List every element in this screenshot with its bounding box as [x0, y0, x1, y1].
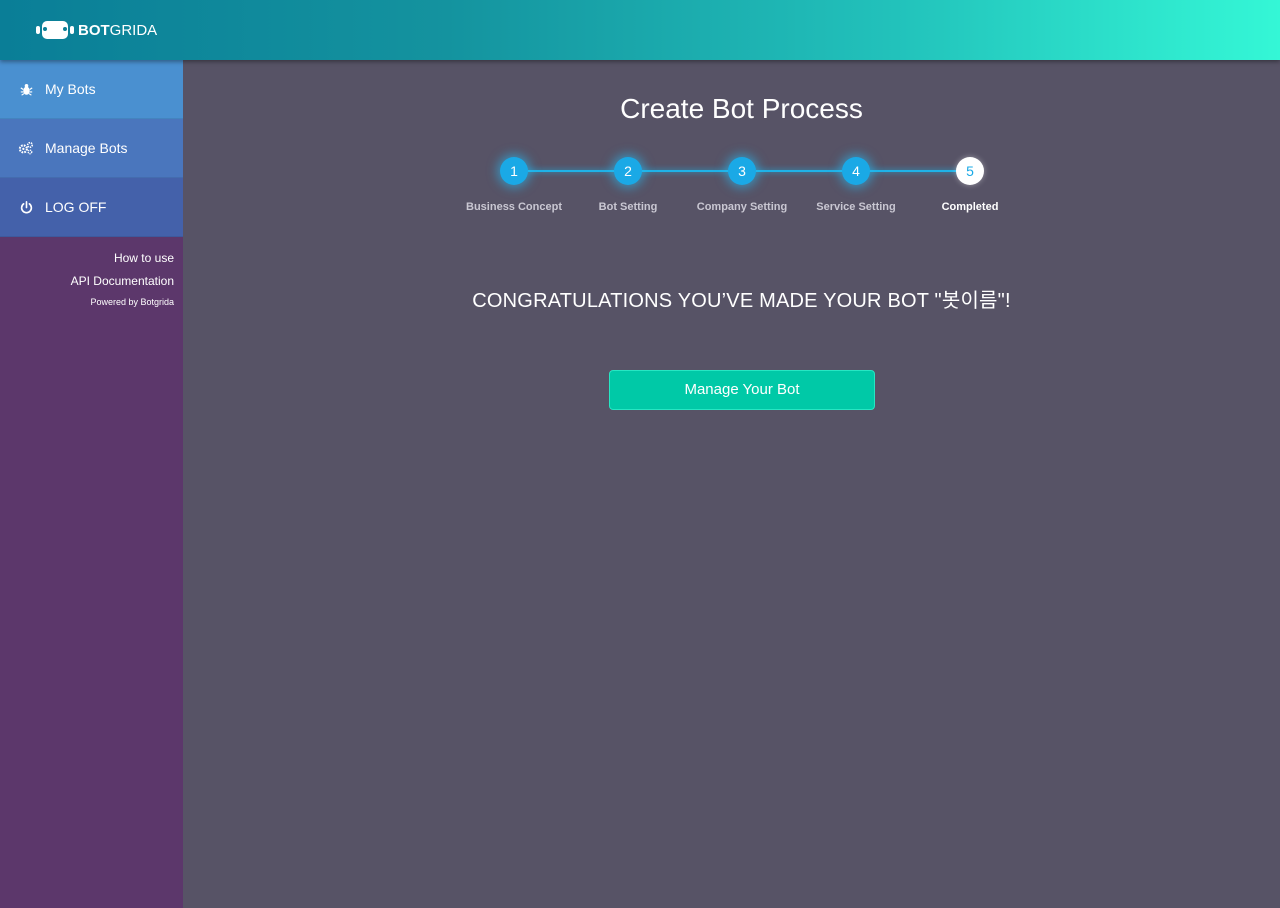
api-documentation-link[interactable]: API Documentation: [0, 274, 174, 288]
step-label: Company Setting: [696, 201, 788, 213]
step-label: Bot Setting: [598, 201, 658, 213]
sidebar-item-my-bots[interactable]: My Bots: [0, 60, 183, 119]
step-number: 3: [728, 157, 756, 185]
step-bot-setting: 2 Bot Setting: [568, 157, 688, 213]
step-number: 1: [500, 157, 528, 185]
page-title: Create Bot Process: [620, 93, 863, 124]
powered-by-text: Powered by Botgrida: [90, 297, 174, 307]
top-bar: BOTGRIDA: [0, 0, 1280, 60]
sidebar-item-log-off[interactable]: LOG OFF: [0, 178, 183, 237]
brand-name: BOTGRIDA: [78, 21, 158, 39]
sidebar-links: How to use API Documentation Powered by …: [0, 237, 183, 307]
manage-your-bot-button[interactable]: Manage Your Bot: [609, 370, 875, 410]
sidebar: My Bots Manage Bots LOG OFF How to use A…: [0, 60, 183, 908]
step-completed: 5 Completed: [910, 157, 1030, 213]
step-label: Service Setting: [816, 201, 896, 213]
step-number: 5: [956, 157, 984, 185]
step-number: 2: [614, 157, 642, 185]
progress-stepper: 1 Business Concept 2 Bot Setting 3 Compa…: [466, 157, 1041, 217]
bug-icon: [18, 81, 34, 97]
step-number: 4: [842, 157, 870, 185]
step-company-setting: 3 Company Setting: [682, 157, 802, 213]
robot-logo-icon: [36, 20, 74, 40]
congratulations-message: CONGRATULATIONS YOU’VE MADE YOUR BOT "봇이…: [472, 290, 1011, 312]
main-content: Create Bot Process 1 Business Concept 2 …: [183, 60, 1280, 908]
step-label: Completed: [941, 201, 999, 213]
step-business-concept: 1 Business Concept: [454, 157, 574, 213]
step-service-setting: 4 Service Setting: [796, 157, 916, 213]
sidebar-item-manage-bots[interactable]: Manage Bots: [0, 119, 183, 178]
power-icon: [18, 199, 34, 215]
how-to-use-link[interactable]: How to use: [0, 251, 174, 265]
sidebar-item-label: My Bots: [45, 81, 96, 97]
gears-icon: [18, 140, 34, 156]
sidebar-item-label: Manage Bots: [45, 140, 128, 156]
botgrida-logo[interactable]: BOTGRIDA: [36, 20, 157, 40]
sidebar-item-label: LOG OFF: [45, 199, 107, 215]
step-label: Business Concept: [466, 201, 562, 213]
